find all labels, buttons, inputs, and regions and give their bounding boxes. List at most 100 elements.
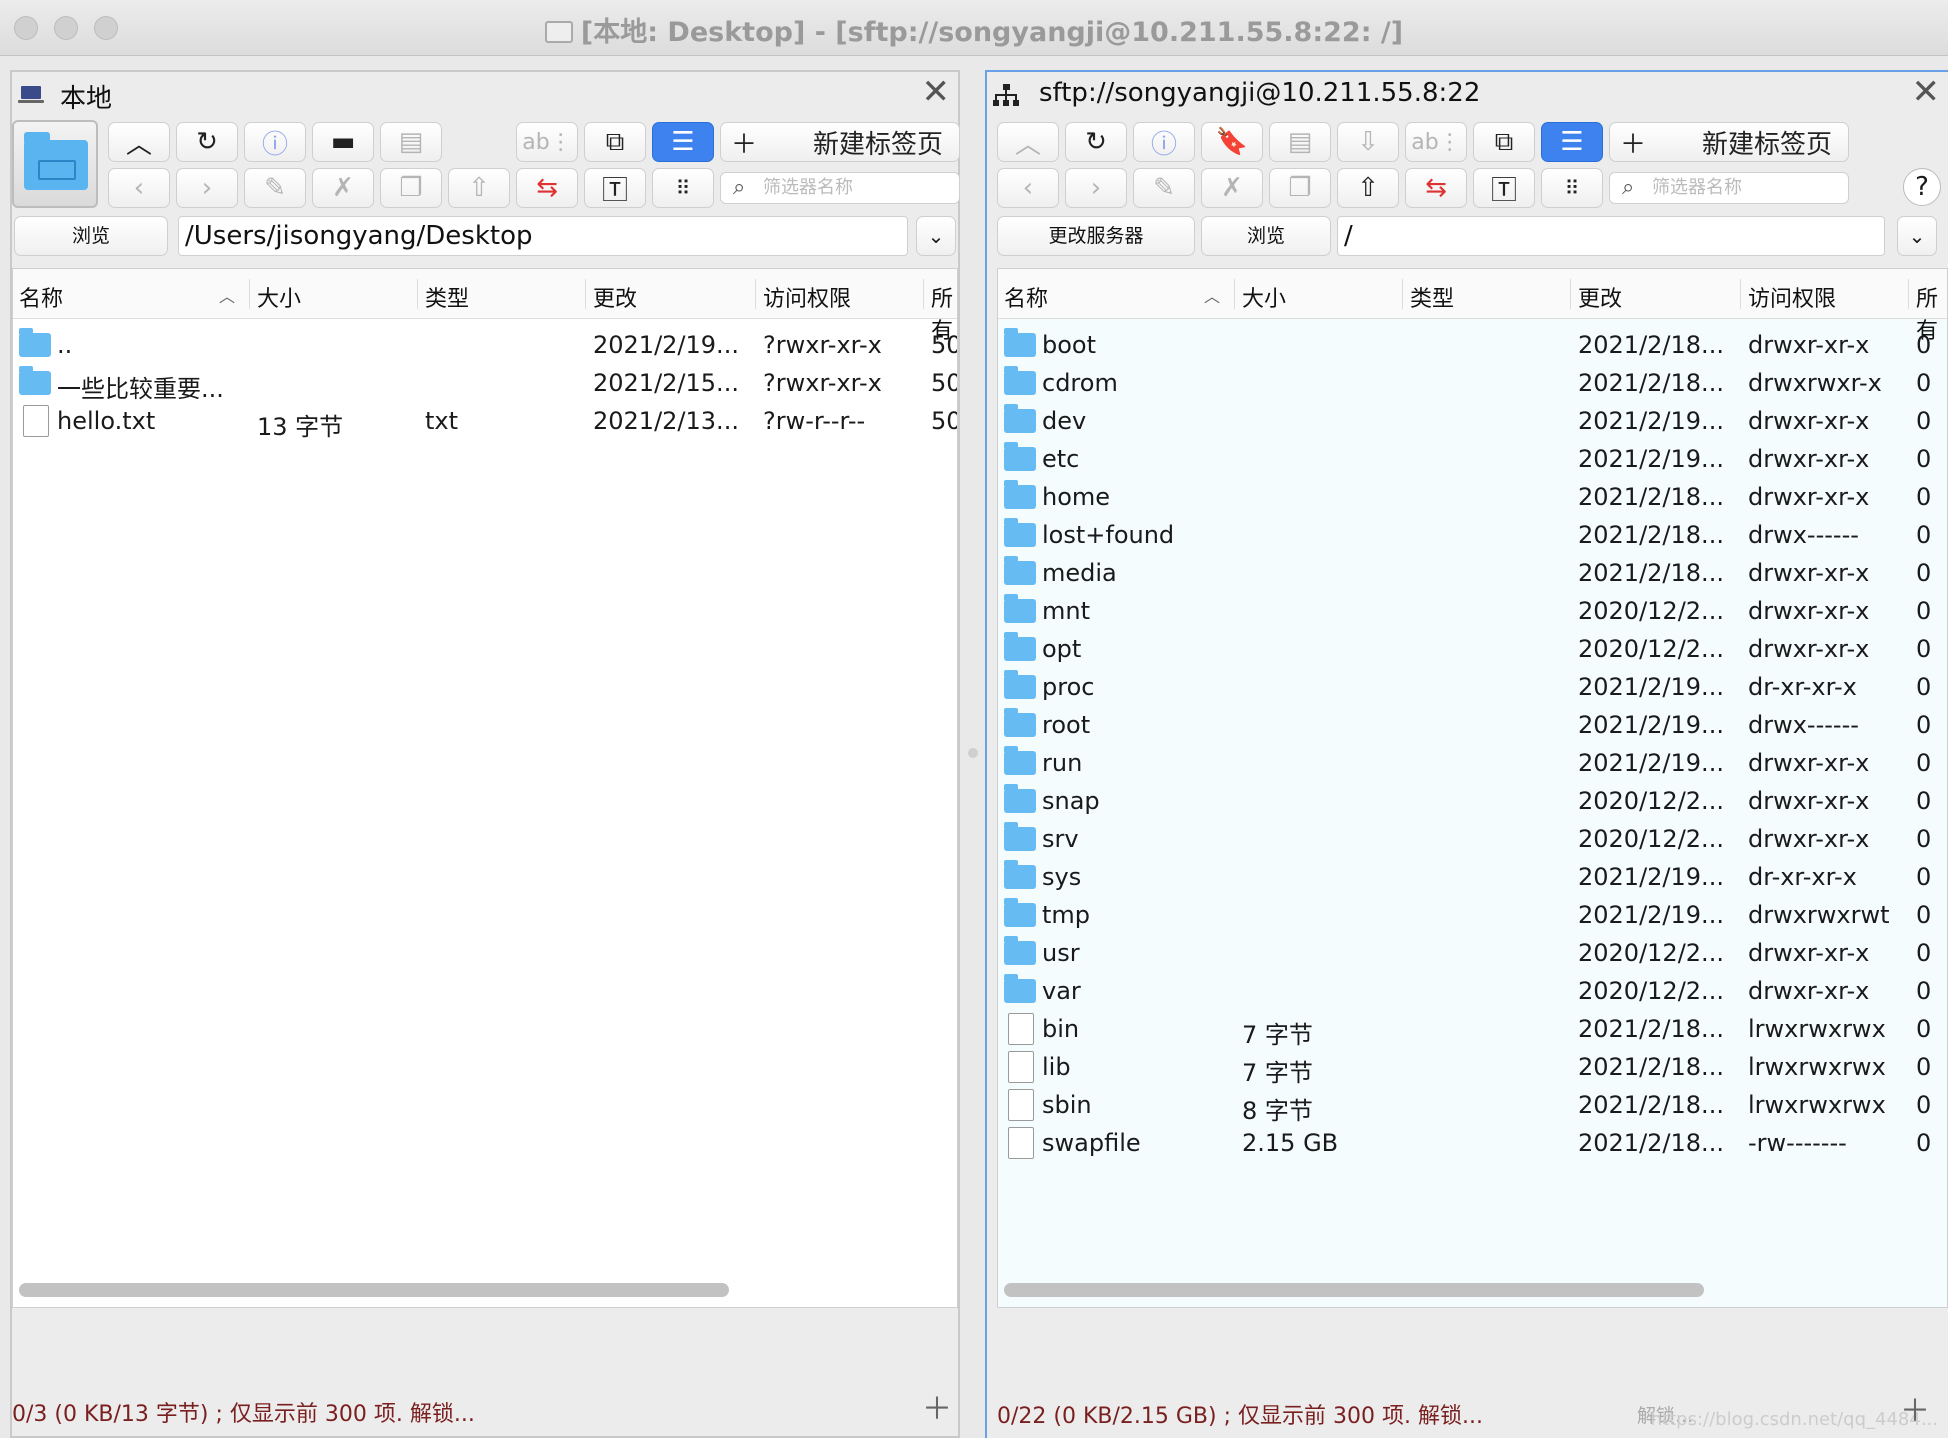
table-row[interactable]: lib 7 字节 2021/2/18... lrwxrwxrwx 0	[998, 1049, 1947, 1087]
path-dropdown-button[interactable]: ⌄	[1897, 216, 1937, 256]
table-row[interactable]: boot 2021/2/18... drwxr-xr-x 0	[998, 327, 1947, 365]
column-name[interactable]: 名称	[19, 281, 63, 313]
column-name[interactable]: 名称	[1004, 281, 1048, 313]
file-modified: 2020/12/2...	[1578, 977, 1724, 1005]
filter-input[interactable]: 筛选器名称	[1609, 172, 1849, 204]
browse-button[interactable]: 浏览	[1201, 216, 1331, 256]
new-tab-button[interactable]: ＋ 新建标签页	[1609, 122, 1849, 162]
new-tab-button[interactable]: ＋ 新建标签页	[720, 122, 960, 162]
file-name: media	[1042, 559, 1117, 587]
path-dropdown-button[interactable]: ⌄	[916, 216, 956, 256]
folder-view-button[interactable]	[12, 120, 98, 208]
table-row[interactable]: .. 2021/2/19... ?rwxr-xr-x 50	[13, 327, 957, 365]
list-view-button[interactable]: ☰	[652, 122, 714, 162]
forward-button[interactable]: ›	[1065, 168, 1127, 208]
edit-button[interactable]: ✎	[244, 168, 306, 208]
column-size[interactable]: 大小	[1242, 281, 1286, 313]
close-pane-icon[interactable]: ✕	[1912, 74, 1941, 110]
add-icon[interactable]: ＋	[922, 1384, 952, 1428]
table-row[interactable]: dev 2021/2/19... drwxr-xr-x 0	[998, 403, 1947, 441]
table-row[interactable]: proc 2021/2/19... dr-xr-xr-x 0	[998, 669, 1947, 707]
browse-button[interactable]: 浏览	[14, 216, 168, 256]
add-icon[interactable]: ＋	[1900, 1386, 1930, 1430]
column-permissions[interactable]: 访问权限	[763, 281, 851, 313]
table-row[interactable]: usr 2020/12/2... drwxr-xr-x 0	[998, 935, 1947, 973]
sync-button[interactable]: ⇆	[1405, 168, 1467, 208]
edit-button[interactable]: ✎	[1133, 168, 1195, 208]
table-row[interactable]: root 2021/2/19... drwx------ 0	[998, 707, 1947, 745]
horizontal-scrollbar[interactable]	[19, 1283, 729, 1297]
forward-button[interactable]: ›	[176, 168, 238, 208]
status-text[interactable]: 0/3 (0 KB/13 字节) ; 仅显示前 300 项. 解锁...	[12, 1396, 475, 1428]
table-row[interactable]: lost+found 2021/2/18... drwx------ 0	[998, 517, 1947, 555]
refresh-button[interactable]: ↻	[1065, 122, 1127, 162]
chevron-down-icon: ⌄	[927, 224, 945, 248]
share-button[interactable]: ⇧	[448, 168, 510, 208]
copy-button[interactable]: ❐	[380, 168, 442, 208]
rename-button[interactable]: ab ⋮	[516, 122, 578, 162]
share-button[interactable]: ⇧	[1337, 168, 1399, 208]
terminal-button[interactable]: 🅃	[584, 168, 646, 208]
back-button[interactable]: ‹	[997, 168, 1059, 208]
table-row[interactable]: opt 2020/12/2... drwxr-xr-x 0	[998, 631, 1947, 669]
new-window-button[interactable]: ⧉	[1473, 122, 1535, 162]
table-row[interactable]: bin 7 字节 2021/2/18... lrwxrwxrwx 0	[998, 1011, 1947, 1049]
bookmark-button[interactable]: 🔖	[1201, 122, 1263, 162]
list-view-button[interactable]: ☰	[1541, 122, 1603, 162]
column-permissions[interactable]: 访问权限	[1748, 281, 1836, 313]
table-row[interactable]: home 2021/2/18... drwxr-xr-x 0	[998, 479, 1947, 517]
copy-button[interactable]: ❐	[1269, 168, 1331, 208]
table-row[interactable]: etc 2021/2/19... drwxr-xr-x 0	[998, 441, 1947, 479]
table-row[interactable]: 一些比较重要... 2021/2/15... ?rwxr-xr-x 50	[13, 365, 957, 403]
sync-button[interactable]: ⇆	[516, 168, 578, 208]
folder-icon	[1004, 746, 1036, 775]
back-button[interactable]: ‹	[108, 168, 170, 208]
table-row[interactable]: sys 2021/2/19... dr-xr-xr-x 0	[998, 859, 1947, 897]
horizontal-scrollbar[interactable]	[1004, 1283, 1704, 1297]
table-row[interactable]: srv 2020/12/2... drwxr-xr-x 0	[998, 821, 1947, 859]
info-button[interactable]: ⓘ	[244, 122, 306, 162]
column-size[interactable]: 大小	[257, 281, 301, 313]
file-permissions: drwxr-xr-x	[1748, 445, 1870, 473]
file-owner: 0	[1916, 559, 1932, 587]
change-server-button[interactable]: 更改服务器	[997, 216, 1195, 256]
path-field[interactable]: /Users/jisongyang/Desktop	[178, 216, 908, 256]
delete-button[interactable]: ✗	[312, 168, 374, 208]
column-type[interactable]: 类型	[1410, 281, 1454, 313]
info-button[interactable]: ⓘ	[1133, 122, 1195, 162]
go-up-button[interactable]: ︿	[997, 122, 1059, 162]
split-handle[interactable]	[968, 748, 978, 758]
table-row[interactable]: hello.txt 13 字节 txt 2021/2/13... ?rw-r--r-- 5…	[13, 403, 957, 441]
table-row[interactable]: cdrom 2021/2/18... drwxrwxr-x 0	[998, 365, 1947, 403]
table-row[interactable]: snap 2020/12/2... drwxr-xr-x 0	[998, 783, 1947, 821]
paste-button[interactable]: ▤	[1269, 122, 1331, 162]
status-text[interactable]: 0/22 (0 KB/2.15 GB) ; 仅显示前 300 项. 解锁...	[997, 1398, 1483, 1430]
table-row[interactable]: tmp 2021/2/19... drwxrwxrwt 0	[998, 897, 1947, 935]
refresh-button[interactable]: ↻	[176, 122, 238, 162]
table-row[interactable]: swapfile 2.15 GB 2021/2/18... -rw------- 0	[998, 1125, 1947, 1163]
terminal-button[interactable]: 🅃	[1473, 168, 1535, 208]
delete-button[interactable]: ✗	[1201, 168, 1263, 208]
grid-view-button[interactable]: ⠿	[652, 168, 714, 208]
column-type[interactable]: 类型	[425, 281, 469, 313]
rename-button[interactable]: ab ⋮	[1405, 122, 1467, 162]
paste-button[interactable]: ▤	[380, 122, 442, 162]
file-modified: 2021/2/18...	[1578, 331, 1724, 359]
table-row[interactable]: media 2021/2/18... drwxr-xr-x 0	[998, 555, 1947, 593]
help-button[interactable]: ?	[1903, 168, 1941, 206]
table-row[interactable]: sbin 8 字节 2021/2/18... lrwxrwxrwx 0	[998, 1087, 1947, 1125]
path-field[interactable]: /	[1337, 216, 1885, 256]
file-owner: 0	[1916, 1053, 1932, 1081]
download-button[interactable]: ⇩	[1337, 122, 1399, 162]
grid-view-button[interactable]: ⠿	[1541, 168, 1603, 208]
new-window-button[interactable]: ⧉	[584, 122, 646, 162]
column-modified[interactable]: 更改	[1578, 281, 1622, 313]
table-row[interactable]: var 2020/12/2... drwxr-xr-x 0	[998, 973, 1947, 1011]
filter-input[interactable]: 筛选器名称	[720, 172, 960, 204]
column-modified[interactable]: 更改	[593, 281, 637, 313]
table-row[interactable]: mnt 2020/12/2... drwxr-xr-x 0	[998, 593, 1947, 631]
new-folder-button[interactable]: ▬	[312, 122, 374, 162]
close-pane-icon[interactable]: ✕	[922, 74, 951, 110]
table-row[interactable]: run 2021/2/19... drwxr-xr-x 0	[998, 745, 1947, 783]
go-up-button[interactable]: ︿	[108, 122, 170, 162]
